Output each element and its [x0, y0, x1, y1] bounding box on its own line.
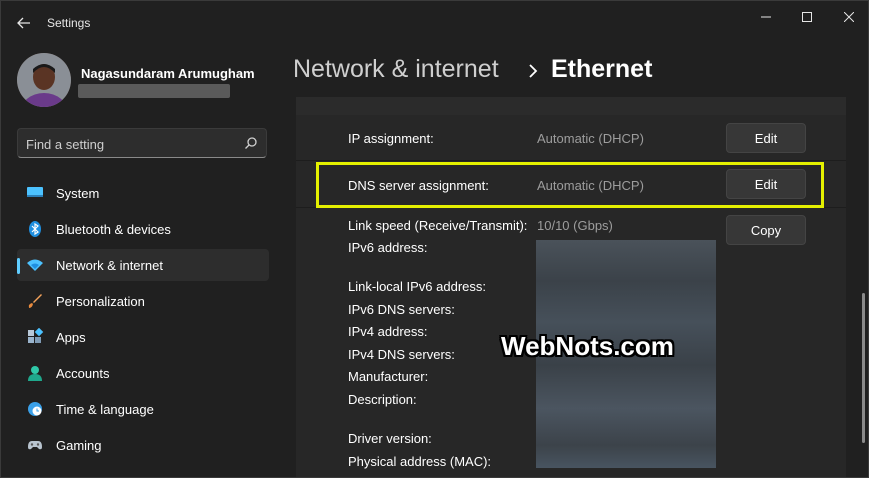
divider	[296, 160, 846, 161]
bluetooth-icon	[29, 221, 41, 237]
sidebar-item-label: Personalization	[56, 294, 145, 309]
property-label-description: Description:	[348, 392, 417, 407]
sidebar-item-time-language[interactable]: Time & language	[17, 393, 269, 425]
minimize-icon	[761, 16, 771, 18]
search-box[interactable]	[17, 128, 267, 158]
user-photo-icon	[17, 53, 71, 107]
maximize-button[interactable]	[789, 6, 825, 28]
sidebar-item-bluetooth[interactable]: Bluetooth & devices	[17, 213, 269, 245]
minimize-button[interactable]	[748, 6, 784, 28]
active-indicator	[17, 258, 20, 274]
property-label-mac: Physical address (MAC):	[348, 454, 492, 469]
page-title: Ethernet	[551, 55, 653, 83]
property-label-ipv6-address: IPv6 address:	[348, 240, 428, 255]
title-bar: Settings	[1, 1, 868, 43]
breadcrumb: Network & internet Ethernet	[293, 55, 652, 84]
property-label-ipv4-address: IPv4 address:	[348, 324, 428, 339]
dns-highlight-box	[316, 162, 824, 208]
sidebar-item-label: Gaming	[56, 438, 102, 453]
close-button[interactable]	[831, 6, 867, 28]
breadcrumb-parent[interactable]: Network & internet	[293, 55, 499, 83]
user-email-blurred	[78, 84, 230, 98]
close-icon	[844, 12, 854, 22]
brush-icon	[28, 294, 42, 308]
sidebar-item-personalization[interactable]: Personalization	[17, 285, 269, 317]
sidebar-item-label: Accounts	[56, 366, 110, 381]
sidebar-item-accounts[interactable]: Accounts	[17, 357, 269, 389]
sidebar-item-label: Bluetooth & devices	[56, 222, 171, 237]
chevron-right-icon	[529, 64, 538, 78]
apps-icon	[28, 328, 44, 343]
link-speed-value: 10/10 (Gbps)	[537, 218, 613, 233]
app-title: Settings	[47, 16, 91, 30]
sidebar-item-label: Time & language	[56, 402, 154, 417]
clock-globe-icon	[28, 402, 42, 416]
sidebar-item-system[interactable]: System	[17, 177, 269, 209]
property-label-manufacturer: Manufacturer:	[348, 369, 429, 384]
ip-assignment-label: IP assignment:	[348, 131, 434, 146]
link-speed-label: Link speed (Receive/Transmit):	[348, 218, 528, 233]
wifi-icon	[27, 259, 43, 271]
maximize-icon	[802, 12, 812, 22]
person-icon	[28, 366, 42, 381]
back-button[interactable]	[13, 12, 35, 34]
sidebar-item-label: System	[56, 186, 100, 201]
sidebar-item-apps[interactable]: Apps	[17, 321, 269, 353]
user-name: Nagasundaram Arumugham	[81, 66, 255, 81]
property-label-ipv4-dns: IPv4 DNS servers:	[348, 347, 455, 362]
settings-window: Settings Nagasundaram Arumugham System	[0, 0, 869, 478]
avatar[interactable]	[17, 53, 71, 107]
property-label-ipv6-dns: IPv6 DNS servers:	[348, 302, 455, 317]
edit-ip-button[interactable]: Edit	[726, 123, 806, 153]
copy-button[interactable]: Copy	[726, 215, 806, 245]
ip-assignment-value: Automatic (DHCP)	[537, 131, 644, 146]
sidebar-item-label: Network & internet	[56, 258, 163, 273]
search-icon[interactable]	[244, 136, 258, 150]
property-label-driver-version: Driver version:	[348, 431, 432, 446]
ethernet-properties-panel: IP assignment: Automatic (DHCP) Edit DNS…	[296, 97, 846, 477]
gamepad-icon	[28, 441, 42, 450]
search-input[interactable]	[26, 135, 236, 153]
sidebar-item-gaming[interactable]: Gaming	[17, 429, 269, 461]
watermark: WebNots.com	[501, 331, 674, 361]
monitor-icon	[27, 187, 43, 197]
sidebar-item-label: Apps	[56, 330, 86, 345]
panel-top-band	[296, 97, 846, 115]
scrollbar[interactable]	[862, 293, 865, 443]
property-label-link-local-ipv6: Link-local IPv6 address:	[348, 279, 487, 294]
sidebar-item-network[interactable]: Network & internet	[17, 249, 269, 281]
sidebar-nav: System Bluetooth & devices Network & int…	[17, 177, 269, 465]
back-arrow-icon	[17, 17, 30, 29]
